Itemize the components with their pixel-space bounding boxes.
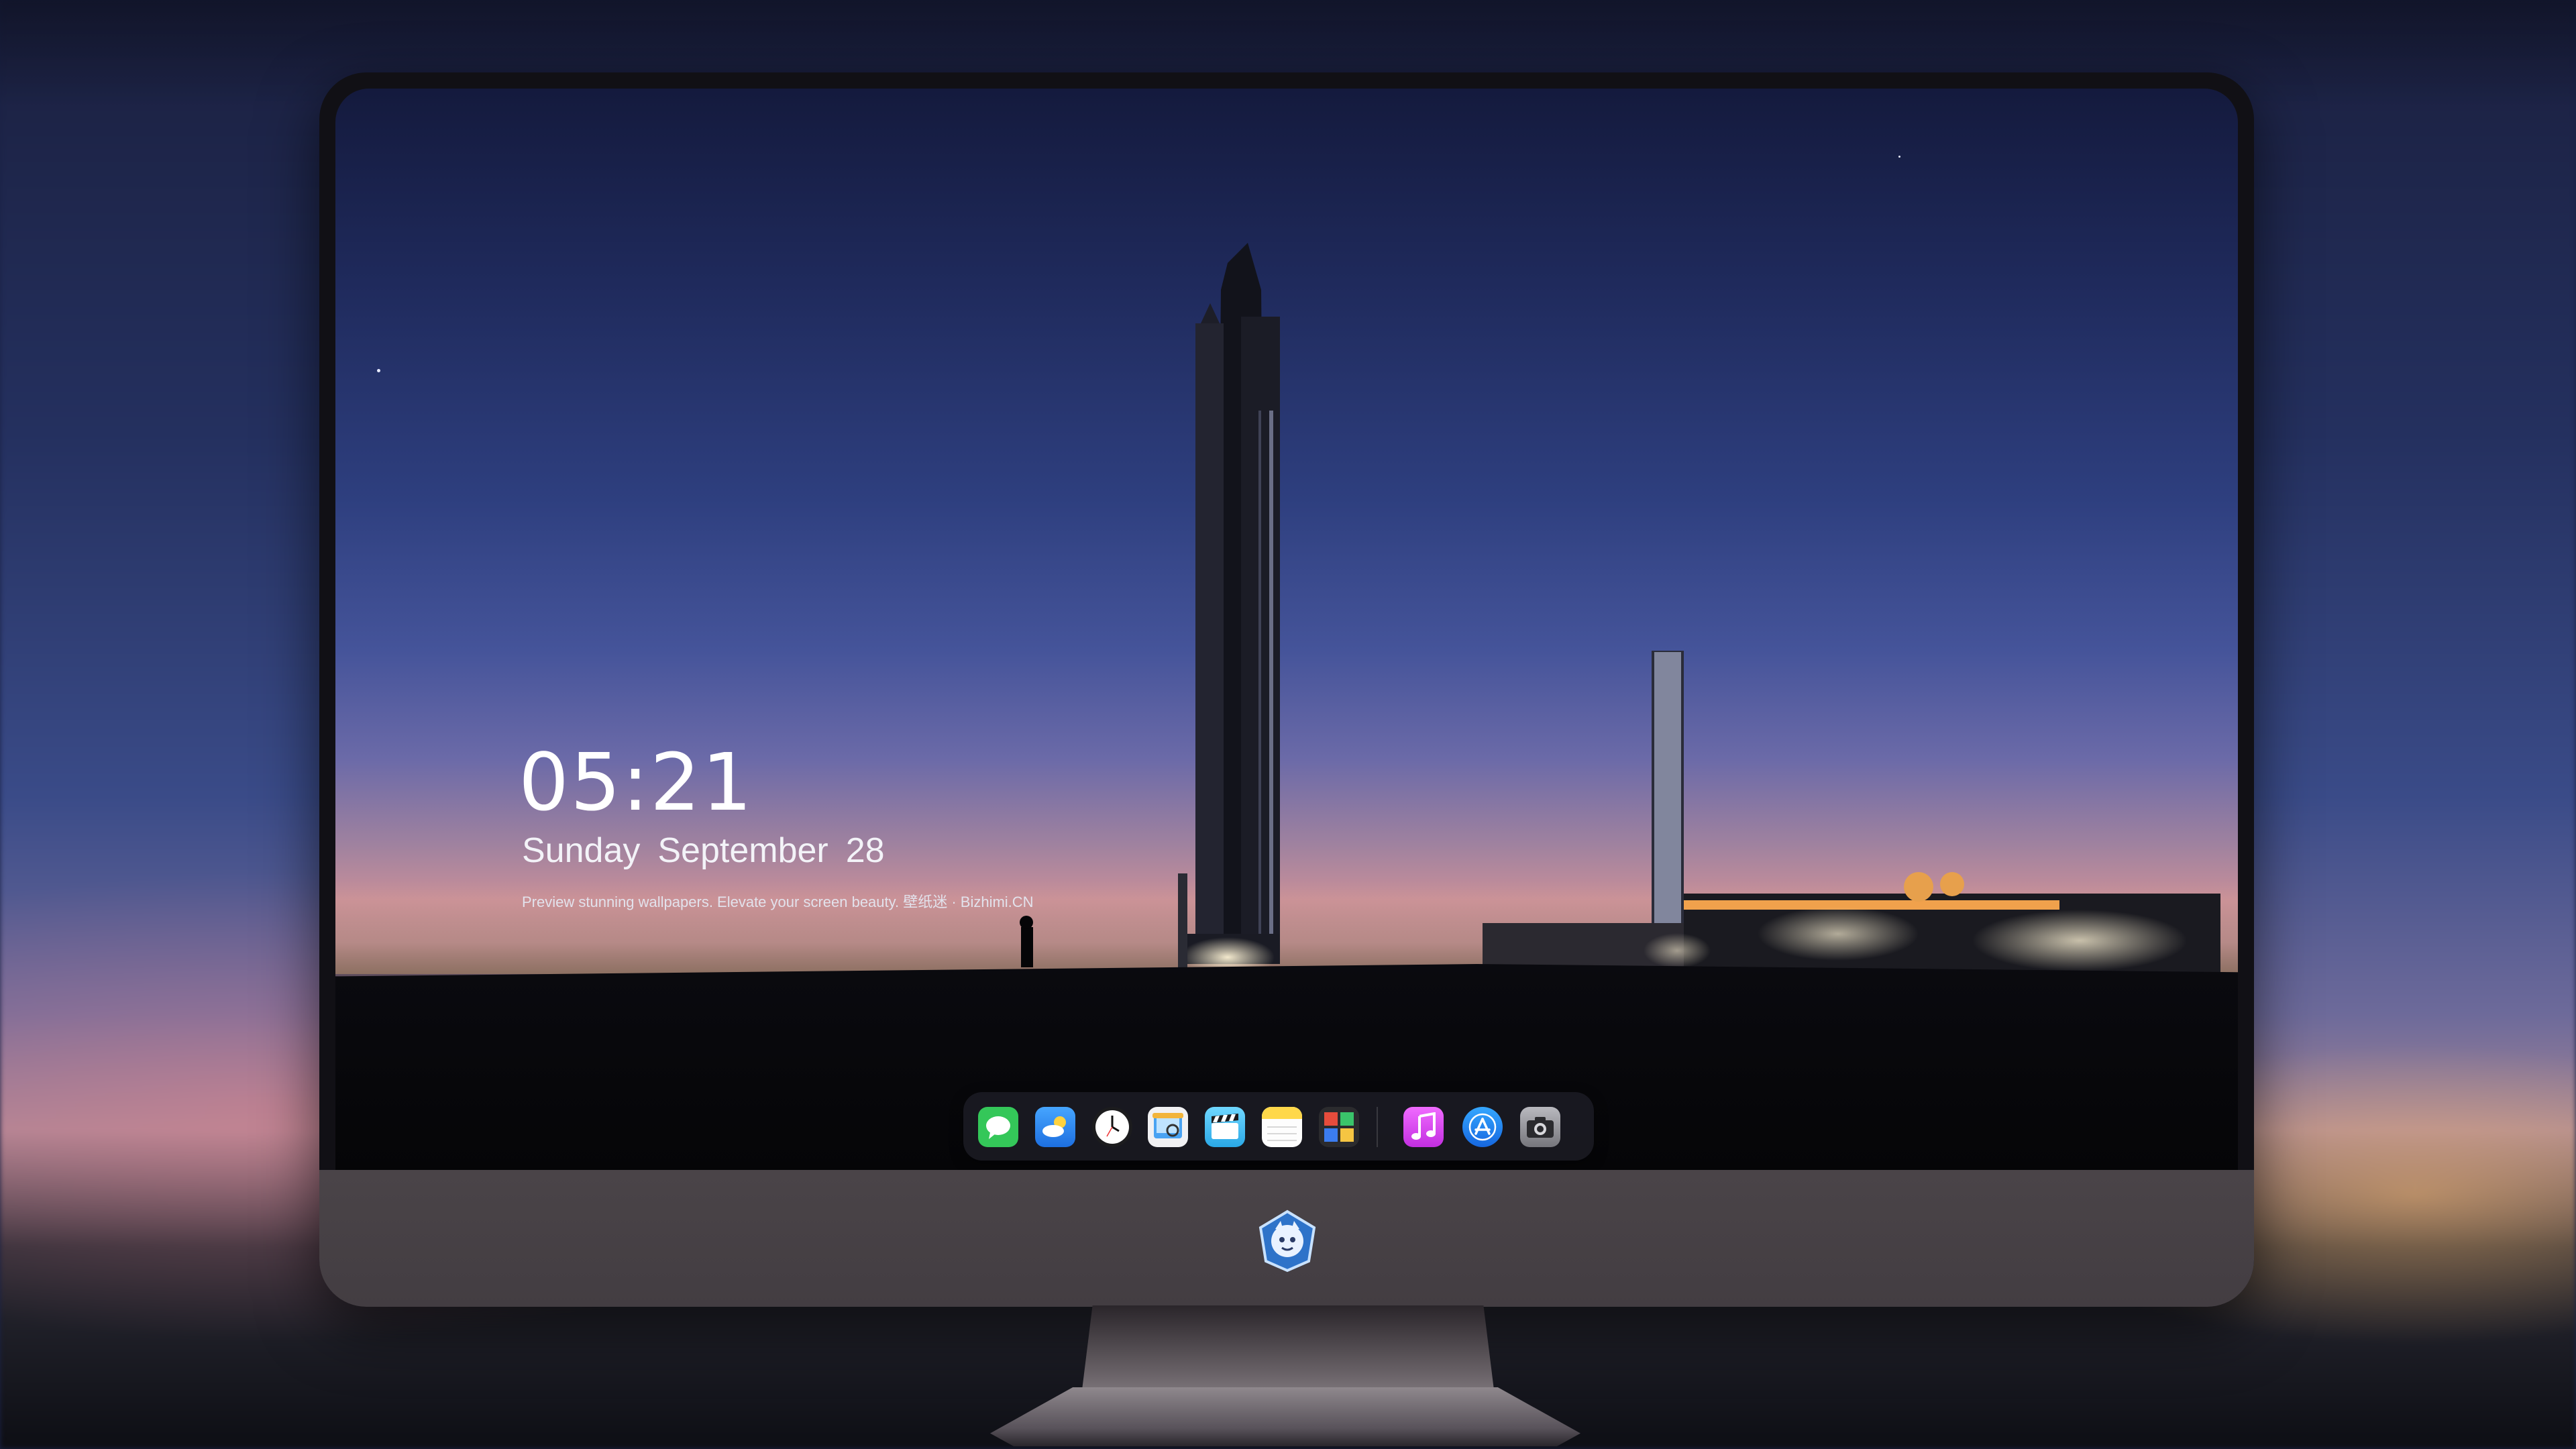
photo-booth-icon bbox=[1324, 1112, 1354, 1142]
clapperboard-icon bbox=[1212, 1114, 1238, 1139]
dock-app-weather[interactable] bbox=[1035, 1107, 1075, 1147]
lock-screen-time: 05:21 bbox=[519, 736, 754, 828]
dock-app-clock[interactable] bbox=[1092, 1107, 1132, 1147]
mascot-logo-icon bbox=[1258, 1210, 1316, 1273]
dock-app-camera[interactable] bbox=[1520, 1107, 1560, 1147]
dock-app-preview[interactable] bbox=[1148, 1107, 1188, 1147]
camera-icon bbox=[1527, 1117, 1554, 1138]
preview-icon bbox=[1152, 1113, 1183, 1138]
monitor: 05:21 Sunday September 28 Preview stunning… bbox=[319, 72, 2254, 1307]
lock-screen-date: Sunday September 28 bbox=[522, 833, 885, 868]
date-day: 28 bbox=[845, 831, 885, 870]
dock-app-notes[interactable] bbox=[1262, 1107, 1302, 1147]
clock-icon bbox=[1095, 1110, 1129, 1144]
messages-icon bbox=[986, 1116, 1010, 1139]
weather-icon bbox=[1042, 1116, 1066, 1137]
dock-app-messages[interactable] bbox=[978, 1107, 1018, 1147]
app-store-icon bbox=[1468, 1113, 1497, 1141]
dock-separator bbox=[1377, 1107, 1378, 1147]
dock-app-photo-booth[interactable] bbox=[1319, 1107, 1359, 1147]
date-weekday: Sunday bbox=[522, 831, 641, 870]
music-note-icon bbox=[1411, 1112, 1436, 1140]
notes-icon bbox=[1262, 1107, 1302, 1141]
dock-app-app-store[interactable] bbox=[1462, 1107, 1503, 1147]
dock bbox=[963, 1092, 1594, 1161]
desktop-screen: 05:21 Sunday September 28 Preview stunning… bbox=[335, 89, 2238, 1170]
monitor-chin bbox=[319, 1170, 2254, 1307]
dock-app-music[interactable] bbox=[1403, 1107, 1444, 1147]
monitor-stand-base bbox=[990, 1387, 1580, 1446]
wallpaper-caption: Preview stunning wallpapers. Elevate you… bbox=[522, 894, 1034, 910]
dock-app-clips[interactable] bbox=[1205, 1107, 1245, 1147]
date-month: September bbox=[657, 831, 828, 870]
